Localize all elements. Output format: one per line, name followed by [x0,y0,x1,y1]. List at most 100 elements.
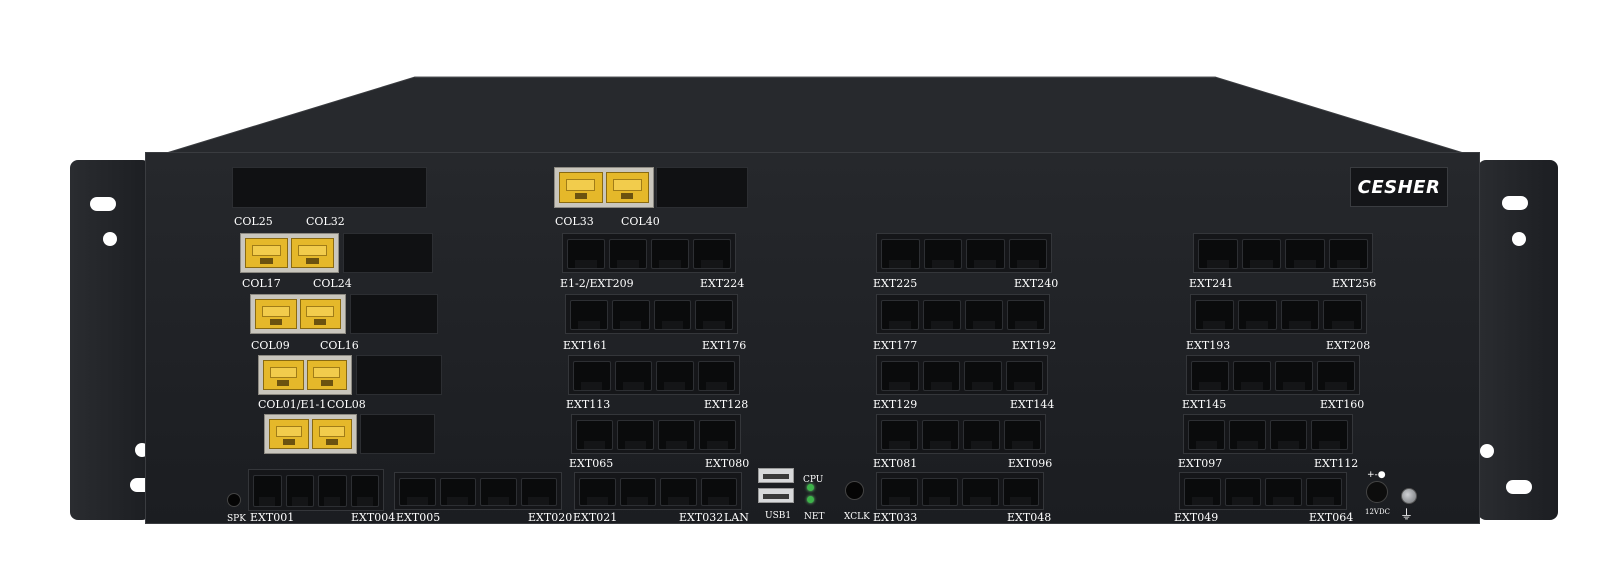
label-ext193: EXT193 [1186,339,1231,352]
ground-screw[interactable] [1401,488,1417,504]
label-col09: COL09 [251,339,290,352]
label-ext241: EXT241 [1189,277,1234,290]
mount-hole [103,232,117,246]
label-ext021: EXT021 [573,511,618,524]
rj45-block-ext129-144[interactable] [876,355,1048,395]
label-ext032: EXT032 [679,511,724,524]
rj45-block-ext081-096[interactable] [876,414,1046,454]
label-cpu: CPU [803,475,824,485]
blank-slot [356,355,442,395]
ground-symbol-icon: ⏚ [1400,508,1414,523]
rj45-block-ext005-020[interactable] [394,472,562,510]
rj45-block-e1-2-ext224[interactable] [562,233,736,273]
rj45-block-ext193-208[interactable] [1190,294,1367,334]
mount-hole [1512,232,1526,246]
rj45-block-ext049-064[interactable] [1179,472,1347,510]
label-col16: COL16 [320,339,359,352]
rj45-block-ext161-176[interactable] [565,294,738,334]
label-ext001: EXT001 [250,511,295,524]
xclk-jack[interactable] [845,481,864,500]
label-ext256: EXT256 [1332,277,1377,290]
label-col17: COL17 [242,277,281,290]
brand-logo: CESHER [1350,167,1448,207]
label-ext128: EXT128 [704,398,749,411]
sfp-module[interactable] [264,414,357,454]
label-e1-2-ext209: E1-2/EXT209 [560,277,634,290]
label-col40: COL40 [621,215,660,228]
label-ext112: EXT112 [1314,457,1359,470]
label-spk: SPK [227,514,246,524]
mount-hole [1506,480,1532,494]
rj45-block-ext033-048[interactable] [876,472,1044,510]
label-ext020: EXT020 [528,511,573,524]
label-ext005: EXT005 [396,511,441,524]
label-ext177: EXT177 [873,339,918,352]
label-ext033: EXT033 [873,511,918,524]
label-ext129: EXT129 [873,398,918,411]
rj45-block-ext097-112[interactable] [1183,414,1353,454]
label-ext145: EXT145 [1182,398,1227,411]
label-col24: COL24 [313,277,352,290]
label-usb1: USB1 [765,511,792,521]
sfp-module-col09-16[interactable] [250,294,346,334]
label-col08: COL08 [327,398,366,411]
label-ext004: EXT004 [351,511,396,524]
blank-slot [343,233,433,273]
label-ext065: EXT065 [569,457,614,470]
label-col33: COL33 [555,215,594,228]
rj45-block-ext113-128[interactable] [568,355,740,395]
label-ext081: EXT081 [873,457,918,470]
label-ext208: EXT208 [1326,339,1371,352]
rj11-block-ext001-004[interactable] [248,469,384,511]
mount-hole [1502,196,1528,210]
label-ext048: EXT048 [1007,511,1052,524]
label-ext096: EXT096 [1008,457,1053,470]
rack-ear-left [70,160,156,520]
label-ext080: EXT080 [705,457,750,470]
label-xclk: XCLK [844,512,870,522]
sfp-module-col01-08[interactable] [258,355,352,395]
net-status-led [807,496,814,503]
label-ext192: EXT192 [1012,339,1057,352]
label-ext224: EXT224 [700,277,745,290]
label-col32: COL32 [306,215,345,228]
label-col25: COL25 [234,215,273,228]
rj45-block-ext241-256[interactable] [1193,233,1373,273]
rj45-block-ext145-160[interactable] [1186,355,1360,395]
usb-port-upper[interactable] [758,468,794,483]
label-ext161: EXT161 [563,339,608,352]
label-ext240: EXT240 [1014,277,1059,290]
label-ext225: EXT225 [873,277,918,290]
label-ext049: EXT049 [1174,511,1219,524]
label-ext097: EXT097 [1178,457,1223,470]
dc-power-jack[interactable] [1366,481,1388,503]
rj45-block-ext021-032-lan[interactable] [574,472,742,510]
label-ext144: EXT144 [1010,398,1055,411]
label-ext113: EXT113 [566,398,611,411]
sfp-module-col33-40[interactable] [554,167,654,208]
blank-slot-col25-32 [232,167,427,208]
label-12vdc: 12VDC [1365,508,1390,516]
label-lan: LAN [724,511,749,524]
rj45-block-ext177-192[interactable] [876,294,1050,334]
label-ext176: EXT176 [702,339,747,352]
speaker-jack[interactable] [227,493,241,507]
sfp-module-col17-24[interactable] [240,233,339,273]
mount-hole [1480,444,1494,458]
chassis-top-lid [150,76,1480,158]
rj45-block-ext225-240[interactable] [876,233,1052,273]
rj45-block-ext065-080[interactable] [571,414,741,454]
blank-slot [350,294,438,334]
usb-port-lower[interactable] [758,488,794,503]
brand-name: CESHER [1357,176,1441,198]
label-net: NET [804,512,825,522]
dc-polarity-icon: +-● [1367,470,1386,480]
cpu-status-led [807,484,814,491]
label-ext160: EXT160 [1320,398,1365,411]
label-col01-e1-1: COL01/E1-1 [258,398,327,411]
rack-ear-right [1478,160,1558,520]
blank-slot [360,414,435,454]
mount-hole [90,197,116,211]
blank-slot [656,167,748,208]
label-ext064: EXT064 [1309,511,1354,524]
